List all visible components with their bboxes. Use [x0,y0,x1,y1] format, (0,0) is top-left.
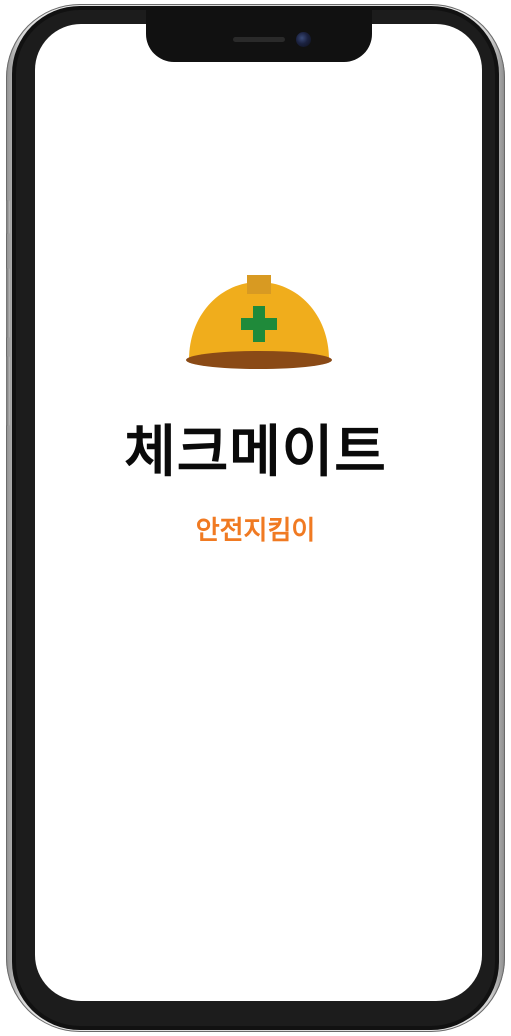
volume-up-button [6,268,10,338]
earpiece-speaker [233,37,285,42]
app-subtitle: 안전지킴이 [195,516,316,546]
volume-down-button [6,356,10,426]
splash-screen-mockup: 체크메이트 안전지킴이 [0,0,511,1036]
safety-helmet-icon [186,275,332,369]
app-title: 체크메이트 [124,420,387,485]
app-screen [35,24,482,1001]
mute-switch [6,200,10,234]
front-camera-icon [296,32,311,47]
notch [146,10,372,62]
